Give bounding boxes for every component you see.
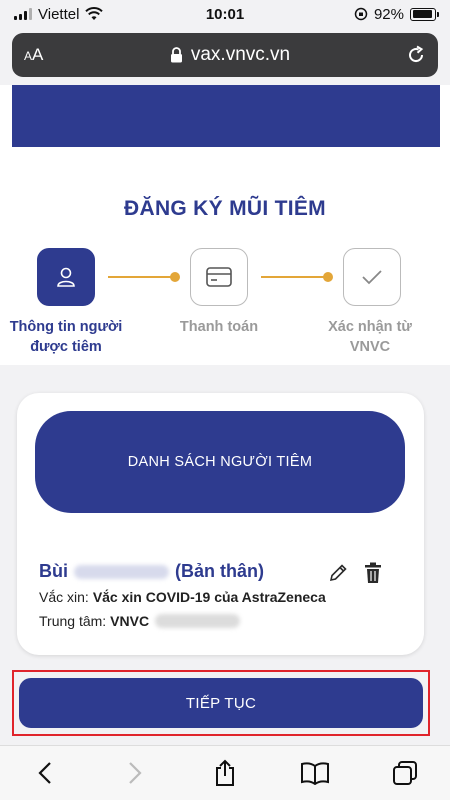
lock-icon bbox=[170, 47, 182, 63]
step-dot-1 bbox=[170, 272, 180, 282]
wifi-icon bbox=[85, 7, 104, 20]
battery-icon bbox=[410, 7, 439, 21]
url-text: vax.vnvc.vn bbox=[190, 44, 291, 65]
recipient-relation: (Bản thân) bbox=[175, 561, 264, 581]
edit-button[interactable] bbox=[327, 562, 349, 589]
step-confirm[interactable] bbox=[343, 248, 401, 306]
redacted-center bbox=[155, 614, 241, 628]
share-icon bbox=[216, 759, 234, 786]
carrier-name: Viettel bbox=[38, 5, 80, 23]
pencil-icon bbox=[329, 564, 347, 582]
browser-toolbar bbox=[0, 745, 450, 800]
tabs-icon bbox=[393, 761, 417, 785]
trash-icon bbox=[365, 562, 381, 583]
battery-percent: 92% bbox=[373, 5, 404, 23]
text-size-small: A bbox=[24, 49, 33, 63]
step-dot-2 bbox=[323, 272, 333, 282]
url-bar[interactable]: AA vax.vnvc.vn bbox=[12, 33, 438, 77]
checkmark-icon bbox=[362, 270, 382, 285]
reload-icon bbox=[409, 45, 424, 63]
center-label: Trung tâm: bbox=[39, 613, 107, 629]
status-bar: Viettel 10:01 92% bbox=[0, 0, 450, 28]
card-icon bbox=[206, 267, 232, 287]
recipient-center: Trung tâm: VNVC bbox=[39, 613, 246, 629]
step-person-info[interactable] bbox=[37, 248, 95, 306]
step-label-confirm: Xác nhận từ VNVC bbox=[328, 319, 412, 355]
recipient-vaccine: Vắc xin: Vắc xin COVID-19 của AstraZenec… bbox=[39, 589, 326, 605]
clock: 10:01 bbox=[205, 5, 245, 23]
share-button[interactable] bbox=[200, 759, 250, 787]
recipient-name-prefix: Bùi bbox=[39, 561, 68, 581]
step-label-person-info: Thông tin người được tiêm bbox=[9, 319, 123, 355]
recipient-list-header[interactable]: DANH SÁCH NGƯỜI TIÊM bbox=[35, 411, 405, 513]
recipient-name: Bùi (Bản thân) bbox=[39, 561, 264, 582]
vaccine-value: Vắc xin COVID-19 của AstraZeneca bbox=[92, 589, 326, 605]
forward-button[interactable] bbox=[110, 761, 160, 785]
redacted-name bbox=[74, 564, 169, 579]
signal-icon bbox=[14, 8, 32, 20]
web-page: ĐĂNG KÝ MŨI TIÊM Thông tin người được tiê… bbox=[0, 85, 450, 745]
step-payment[interactable] bbox=[190, 248, 248, 306]
header-banner bbox=[12, 85, 440, 147]
vaccine-label: Vắc xin: bbox=[39, 589, 89, 605]
center-value: VNVC bbox=[110, 613, 150, 629]
address-field[interactable]: vax.vnvc.vn bbox=[64, 44, 396, 66]
step-connector-2 bbox=[261, 276, 327, 278]
recipient-card: DANH SÁCH NGƯỜI TIÊM Bùi (Bản thân) Vắc … bbox=[17, 393, 424, 655]
chevron-left-icon bbox=[38, 762, 51, 784]
delete-button[interactable] bbox=[363, 562, 383, 589]
text-size-button[interactable]: AA bbox=[24, 45, 64, 65]
step-connector-1 bbox=[108, 276, 174, 278]
page-title: ĐĂNG KÝ MŨI TIÊM bbox=[124, 197, 326, 220]
orientation-lock-icon bbox=[354, 7, 368, 21]
bookmarks-button[interactable] bbox=[290, 761, 340, 785]
chevron-right-icon bbox=[129, 762, 142, 784]
text-size-large: A bbox=[32, 45, 44, 64]
reload-button[interactable] bbox=[396, 45, 426, 65]
user-icon bbox=[57, 267, 75, 287]
continue-button[interactable]: TIẾP TỤC bbox=[19, 678, 423, 728]
step-label-payment: Thanh toán bbox=[179, 319, 259, 335]
book-icon bbox=[301, 762, 329, 785]
continue-highlight: TIẾP TỤC bbox=[12, 670, 430, 736]
back-button[interactable] bbox=[20, 761, 70, 785]
tabs-button[interactable] bbox=[380, 760, 430, 786]
